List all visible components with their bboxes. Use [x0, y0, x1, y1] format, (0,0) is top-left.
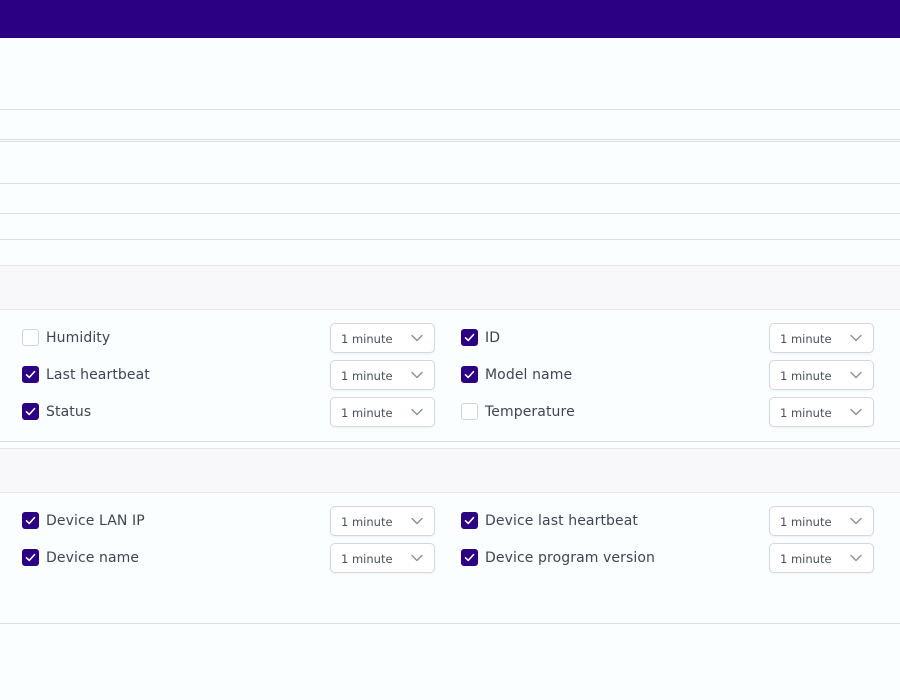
device-program-version-checkbox[interactable] — [461, 549, 478, 566]
check-icon — [464, 516, 475, 525]
check-icon — [25, 370, 36, 379]
chevron-down-icon — [850, 517, 862, 525]
chevron-down-icon — [850, 334, 862, 342]
device-name-interval-select[interactable]: 1 minute — [330, 543, 435, 573]
chevron-down-icon — [411, 517, 423, 525]
divider — [0, 139, 900, 140]
field-row-device-lan-ip: Device LAN IP 1 minute — [0, 506, 440, 536]
select-value: 1 minute — [341, 515, 393, 529]
device-lan-ip-label: Device LAN IP — [46, 513, 145, 529]
select-value: 1 minute — [780, 369, 832, 383]
id-interval-select[interactable]: 1 minute — [769, 323, 874, 353]
temperature-checkbox[interactable] — [461, 403, 478, 420]
status-interval-select[interactable]: 1 minute — [330, 397, 435, 427]
select-value: 1 minute — [341, 369, 393, 383]
check-icon — [25, 516, 36, 525]
section-header-1 — [0, 265, 900, 310]
select-value: 1 minute — [341, 332, 393, 346]
field-row-device-last-heartbeat: Device last heartbeat 1 minute — [439, 506, 879, 536]
select-value: 1 minute — [341, 406, 393, 420]
device-last-heartbeat-interval-select[interactable]: 1 minute — [769, 506, 874, 536]
chevron-down-icon — [850, 371, 862, 379]
divider — [0, 141, 900, 142]
divider — [0, 441, 900, 442]
field-row-temperature: Temperature 1 minute — [439, 397, 879, 427]
divider — [0, 239, 900, 240]
chevron-down-icon — [411, 334, 423, 342]
last-heartbeat-checkbox[interactable] — [22, 366, 39, 383]
field-row-id: ID 1 minute — [439, 323, 879, 353]
chevron-down-icon — [411, 371, 423, 379]
field-row-humidity: Humidity 1 minute — [0, 323, 440, 353]
top-app-bar — [0, 0, 900, 38]
model-name-label: Model name — [485, 367, 573, 383]
select-value: 1 minute — [780, 332, 832, 346]
model-name-checkbox[interactable] — [461, 366, 478, 383]
divider — [0, 213, 900, 214]
device-program-version-label: Device program version — [485, 550, 656, 566]
humidity-checkbox[interactable] — [22, 329, 39, 346]
last-heartbeat-interval-select[interactable]: 1 minute — [330, 360, 435, 390]
device-lan-ip-checkbox[interactable] — [22, 512, 39, 529]
check-icon — [464, 333, 475, 342]
id-checkbox[interactable] — [461, 329, 478, 346]
select-value: 1 minute — [780, 515, 832, 529]
field-row-last-heartbeat: Last heartbeat 1 minute — [0, 360, 440, 390]
chevron-down-icon — [411, 554, 423, 562]
check-icon — [464, 553, 475, 562]
chevron-down-icon — [850, 408, 862, 416]
field-row-status: Status 1 minute — [0, 397, 440, 427]
status-label: Status — [46, 404, 92, 420]
section-header-2 — [0, 448, 900, 493]
humidity-label: Humidity — [46, 330, 111, 346]
field-row-model-name: Model name 1 minute — [439, 360, 879, 390]
select-value: 1 minute — [780, 552, 832, 566]
model-name-interval-select[interactable]: 1 minute — [769, 360, 874, 390]
select-value: 1 minute — [341, 552, 393, 566]
check-icon — [25, 553, 36, 562]
select-value: 1 minute — [780, 406, 832, 420]
check-icon — [464, 370, 475, 379]
temperature-interval-select[interactable]: 1 minute — [769, 397, 874, 427]
device-lan-ip-interval-select[interactable]: 1 minute — [330, 506, 435, 536]
divider — [0, 623, 900, 624]
check-icon — [25, 407, 36, 416]
field-row-device-name: Device name 1 minute — [0, 543, 440, 573]
last-heartbeat-label: Last heartbeat — [46, 367, 150, 383]
chevron-down-icon — [411, 408, 423, 416]
status-checkbox[interactable] — [22, 403, 39, 420]
chevron-down-icon — [850, 554, 862, 562]
id-label: ID — [485, 330, 501, 346]
device-last-heartbeat-checkbox[interactable] — [461, 512, 478, 529]
device-program-version-interval-select[interactable]: 1 minute — [769, 543, 874, 573]
device-name-checkbox[interactable] — [22, 549, 39, 566]
temperature-label: Temperature — [485, 404, 575, 420]
divider — [0, 109, 900, 110]
device-name-label: Device name — [46, 550, 140, 566]
device-last-heartbeat-label: Device last heartbeat — [485, 513, 639, 529]
field-row-device-program-version: Device program version 1 minute — [439, 543, 879, 573]
humidity-interval-select[interactable]: 1 minute — [330, 323, 435, 353]
divider — [0, 183, 900, 184]
